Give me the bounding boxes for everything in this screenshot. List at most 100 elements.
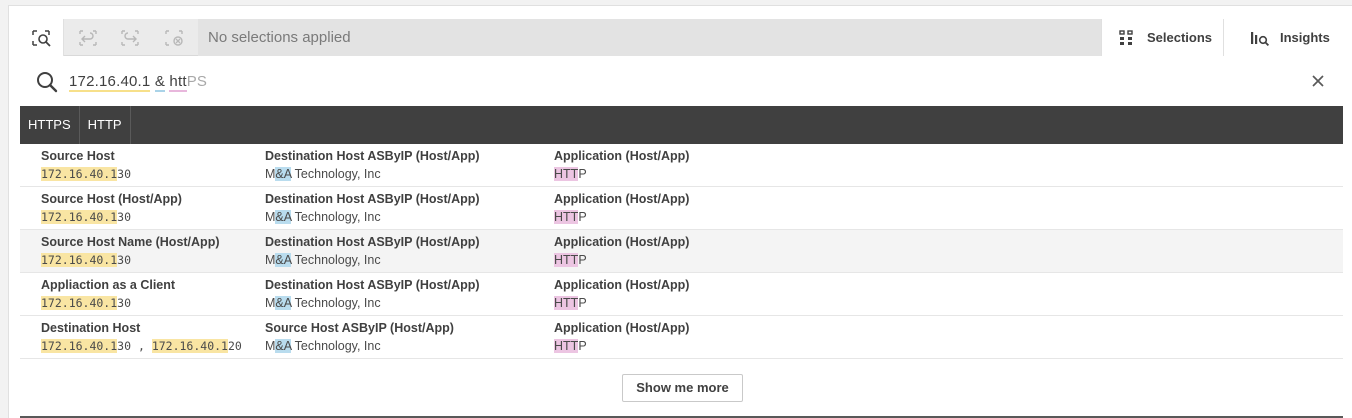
- result-row[interactable]: Source Host (Host/App) 172.16.40.130 Des…: [20, 187, 1343, 230]
- result-field: Application (Host/App) HTTP: [554, 149, 689, 182]
- field-label: Application (Host/App): [554, 278, 690, 292]
- result-field: Destination Host ASByIP (Host/App) M&A T…: [265, 278, 480, 311]
- step-back-icon: [79, 29, 97, 46]
- value-rest: M: [265, 210, 276, 224]
- chip-http[interactable]: HTTP: [80, 106, 131, 144]
- clear-selections-icon: [165, 29, 183, 46]
- show-more-button[interactable]: Show me more: [622, 374, 743, 402]
- search-input[interactable]: 172.16.40.1 & httPS: [69, 73, 208, 92]
- value-highlight: HTT: [554, 210, 579, 224]
- search-term-app: htt: [169, 73, 187, 92]
- chip-https[interactable]: HTTPS: [20, 106, 80, 144]
- result-row[interactable]: Source Host Name (Host/App) 172.16.40.13…: [20, 230, 1343, 273]
- result-field: Application (Host/App) HTTP: [554, 192, 689, 225]
- result-field: Application (Host/App) HTTP: [554, 235, 689, 268]
- field-label: Appliaction as a Client: [41, 278, 176, 292]
- value-highlight: &A: [275, 167, 292, 181]
- value-rest: Technology, Inc: [291, 167, 381, 181]
- value-highlight: &A: [275, 253, 292, 267]
- field-label: Destination Host: [41, 321, 141, 335]
- selections-status: No selections applied: [198, 19, 1113, 56]
- result-field: Source Host Name (Host/App) 172.16.40.13…: [41, 235, 220, 268]
- field-label: Destination Host ASByIP (Host/App): [265, 278, 480, 292]
- value-highlight: 172.16.40.1: [41, 339, 118, 353]
- result-field: Source Host (Host/App) 172.16.40.130: [41, 192, 182, 225]
- field-value: 172.16.40.130: [41, 167, 131, 182]
- value-highlight: 172.16.40.1: [41, 253, 118, 267]
- field-label: Destination Host ASByIP (Host/App): [265, 192, 480, 206]
- field-value: HTTP: [554, 296, 689, 311]
- result-field: Source Host ASByIP (Host/App) M&A Techno…: [265, 321, 454, 354]
- field-value: HTTP: [554, 167, 689, 182]
- result-row[interactable]: Appliaction as a Client 172.16.40.130 De…: [20, 273, 1343, 316]
- field-label: Source Host ASByIP (Host/App): [265, 321, 454, 335]
- field-label: Application (Host/App): [554, 149, 690, 163]
- search-icon: [37, 72, 58, 93]
- value-rest: 30: [117, 296, 132, 310]
- value-highlight: HTT: [554, 167, 579, 181]
- field-value: M&A Technology, Inc: [265, 167, 480, 182]
- field-label: Destination Host ASByIP (Host/App): [265, 235, 480, 249]
- field-value: M&A Technology, Inc: [265, 339, 454, 354]
- smart-search-button[interactable]: [20, 19, 64, 56]
- field-label: Source Host Name (Host/App): [41, 235, 220, 249]
- field-value: 172.16.40.130: [41, 253, 220, 268]
- value-rest: Technology, Inc: [291, 253, 381, 267]
- smart-search-icon: [31, 29, 51, 47]
- result-row[interactable]: Source Host 172.16.40.130 Destination Ho…: [20, 144, 1343, 187]
- value-highlight: 172.16.40.1: [41, 296, 118, 310]
- value-highlight: &A: [275, 339, 292, 353]
- value-highlight: 172.16.40.1: [41, 167, 118, 181]
- value-rest: Technology, Inc: [291, 339, 381, 353]
- result-field: Application (Host/App) HTTP: [554, 321, 689, 354]
- field-value: 172.16.40.130: [41, 296, 175, 311]
- result-field: Destination Host ASByIP (Host/App) M&A T…: [265, 192, 480, 225]
- search-results: Source Host 172.16.40.130 Destination Ho…: [20, 144, 1343, 359]
- suggestion-chips: HTTPS HTTP: [20, 106, 1343, 144]
- result-row[interactable]: Destination Host 172.16.40.130 , 172.16.…: [20, 316, 1343, 359]
- field-value: HTTP: [554, 210, 689, 225]
- field-label: Source Host (Host/App): [41, 192, 182, 206]
- value-rest: M: [265, 167, 276, 181]
- value-separator: ,: [131, 339, 152, 353]
- insights-button[interactable]: Insights: [1223, 19, 1343, 56]
- value-rest: 30: [117, 167, 132, 181]
- value-rest: 30: [117, 339, 132, 353]
- result-field: Destination Host ASByIP (Host/App) M&A T…: [265, 149, 480, 182]
- field-label: Application (Host/App): [554, 235, 690, 249]
- result-field: Destination Host ASByIP (Host/App) M&A T…: [265, 235, 480, 268]
- close-icon[interactable]: [1311, 74, 1325, 88]
- search-term-ip: 172.16.40.1: [69, 73, 151, 92]
- value-rest: P: [578, 253, 587, 267]
- search-bar[interactable]: 172.16.40.1 & httPS: [20, 56, 1343, 106]
- search-autocomplete: PS: [186, 73, 208, 90]
- value-rest: P: [578, 167, 587, 181]
- step-forward-button[interactable]: [112, 19, 148, 56]
- value-highlight: HTT: [554, 296, 579, 310]
- value-rest: P: [578, 210, 587, 224]
- value-highlight: HTT: [554, 253, 579, 267]
- field-value: 172.16.40.130: [41, 210, 182, 225]
- result-field: Destination Host 172.16.40.130 , 172.16.…: [41, 321, 242, 354]
- value-rest: 30: [117, 253, 132, 267]
- field-value: HTTP: [554, 253, 689, 268]
- field-label: Destination Host ASByIP (Host/App): [265, 149, 480, 163]
- field-label: Application (Host/App): [554, 192, 690, 206]
- field-value: M&A Technology, Inc: [265, 296, 480, 311]
- value-rest: M: [265, 339, 276, 353]
- value-rest: P: [578, 296, 587, 310]
- insights-icon: [1251, 31, 1270, 46]
- field-label: Source Host: [41, 149, 115, 163]
- result-field: Source Host 172.16.40.130: [41, 149, 131, 182]
- step-back-button[interactable]: [70, 19, 106, 56]
- result-field: Application (Host/App) HTTP: [554, 278, 689, 311]
- value-highlight: &A: [275, 210, 292, 224]
- search-term-amp: &: [154, 73, 166, 92]
- selections-button[interactable]: Selections: [1101, 19, 1223, 56]
- value-highlight: HTT: [554, 339, 579, 353]
- value-rest: Technology, Inc: [291, 210, 381, 224]
- step-forward-icon: [121, 29, 139, 46]
- result-field: Appliaction as a Client 172.16.40.130: [41, 278, 175, 311]
- value-highlight: 172.16.40.1: [41, 210, 118, 224]
- clear-selections-button[interactable]: [156, 19, 192, 56]
